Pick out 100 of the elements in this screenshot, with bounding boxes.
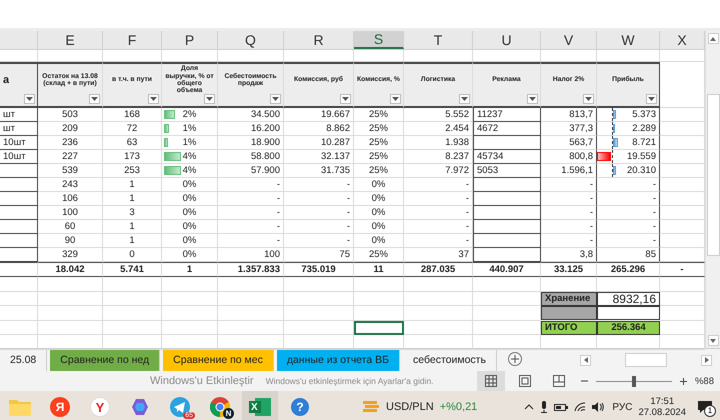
filter-button[interactable] bbox=[459, 94, 470, 104]
volume-icon[interactable] bbox=[592, 402, 606, 412]
empty-cell bbox=[473, 234, 541, 248]
table-cell: - bbox=[404, 234, 473, 248]
table-cell: 0% bbox=[162, 206, 218, 220]
scroll-up-button[interactable] bbox=[708, 33, 718, 44]
empty-cell bbox=[0, 192, 38, 206]
table-cell: 3,8 bbox=[541, 248, 597, 262]
filter-button[interactable] bbox=[527, 94, 538, 104]
empty-cell bbox=[0, 248, 38, 262]
summary-label: Хранение bbox=[541, 292, 597, 306]
language-indicator[interactable]: РУС bbox=[612, 402, 632, 412]
table-cell: 45734 bbox=[473, 150, 541, 164]
empty-cell bbox=[0, 277, 38, 292]
table-cell: 31.735 bbox=[284, 164, 354, 178]
table-cell: 72 bbox=[103, 122, 162, 136]
scroll-right-button[interactable] bbox=[701, 354, 712, 366]
logo-letter: Я bbox=[56, 400, 64, 414]
table-cell: 227 bbox=[38, 150, 103, 164]
scroll-down-button[interactable] bbox=[708, 335, 718, 346]
vertical-scrollbar[interactable] bbox=[705, 31, 720, 348]
battery-icon[interactable] bbox=[554, 402, 568, 412]
filter-button[interactable] bbox=[89, 94, 100, 104]
table-cell: 0% bbox=[162, 220, 218, 234]
currency-pair[interactable]: USD/PLN bbox=[386, 401, 434, 413]
taskbar-app[interactable]: Я bbox=[42, 391, 78, 420]
scroll-left-button[interactable] bbox=[580, 354, 591, 366]
empty-cell bbox=[218, 320, 284, 335]
wifi-icon[interactable] bbox=[574, 402, 586, 412]
sheet-tab[interactable]: данные из отчета ВБ bbox=[276, 349, 400, 371]
table-cell: 168 bbox=[103, 108, 162, 122]
clock-time[interactable]: 17:51 bbox=[650, 396, 674, 407]
filter-button[interactable] bbox=[148, 94, 159, 104]
zoom-slider-thumb[interactable] bbox=[632, 376, 636, 386]
add-sheet-button[interactable] bbox=[508, 352, 522, 366]
table-cell: - bbox=[218, 192, 284, 206]
sheet-tab[interactable]: Сравнение по нед bbox=[50, 349, 160, 371]
table-cell: - bbox=[218, 178, 284, 192]
taskbar-app[interactable]: Y bbox=[82, 391, 118, 420]
table-cell: 503 bbox=[38, 108, 103, 122]
cell-value: 8.721 bbox=[632, 137, 656, 148]
taskbar-app[interactable]: ? bbox=[282, 391, 318, 420]
notification-button[interactable]: 1 bbox=[694, 397, 716, 417]
taskbar-app[interactable]: X bbox=[242, 391, 278, 420]
table-cell: 1.596,1 bbox=[541, 164, 597, 178]
column-header[interactable]: F bbox=[103, 31, 162, 49]
empty-cell bbox=[404, 320, 473, 335]
empty-cell bbox=[473, 178, 541, 192]
table-cell: 253 bbox=[103, 164, 162, 178]
logo-letter: X bbox=[251, 402, 258, 412]
filter-button[interactable] bbox=[340, 94, 351, 104]
filter-button[interactable] bbox=[204, 94, 215, 104]
table-cell: - bbox=[541, 234, 597, 248]
microphone-icon[interactable] bbox=[540, 401, 548, 413]
filter-button[interactable] bbox=[270, 94, 281, 104]
chevron-up-icon[interactable] bbox=[524, 404, 534, 410]
zoom-level[interactable]: %88 bbox=[694, 376, 714, 386]
column-header[interactable]: T bbox=[404, 31, 473, 49]
cell-value: 2% bbox=[182, 109, 196, 120]
rate-change: +%0,21 bbox=[440, 401, 478, 413]
table-cell: 813,7 bbox=[541, 108, 597, 122]
empty-cell bbox=[0, 178, 38, 192]
zoom-in-button[interactable] bbox=[678, 378, 689, 384]
table-cell: - bbox=[284, 234, 354, 248]
view-button[interactable] bbox=[476, 371, 505, 391]
scrollbar-thumb[interactable] bbox=[625, 353, 667, 367]
table-cell: - bbox=[284, 220, 354, 234]
cell-value: 4% bbox=[182, 165, 196, 176]
table-cell: 32.137 bbox=[284, 150, 354, 164]
table-cell: 8.862 bbox=[284, 122, 354, 136]
caret-icon bbox=[206, 97, 213, 101]
selected-cell[interactable] bbox=[354, 320, 404, 335]
column-header[interactable]: V bbox=[541, 31, 597, 49]
clock-date[interactable]: 27.08.2024 bbox=[638, 407, 686, 418]
table-cell: - bbox=[404, 220, 473, 234]
table-cell: - bbox=[597, 206, 660, 220]
down-arrow-icon bbox=[710, 338, 716, 342]
taskbar-app[interactable]: N bbox=[202, 391, 238, 420]
column-header[interactable]: U bbox=[473, 31, 541, 49]
filter-button[interactable] bbox=[583, 94, 594, 104]
filter-button[interactable] bbox=[24, 94, 35, 104]
column-header[interactable]: E bbox=[38, 31, 103, 49]
filter-button[interactable] bbox=[646, 94, 657, 104]
column-header[interactable]: S bbox=[354, 31, 404, 49]
table-cell: - bbox=[284, 178, 354, 192]
column-header[interactable]: Q bbox=[218, 31, 284, 49]
table-cell: 25% bbox=[354, 248, 404, 262]
empty-cell bbox=[103, 277, 162, 292]
table-cell: 0% bbox=[354, 206, 404, 220]
caret-icon bbox=[91, 97, 98, 101]
sheet-tab[interactable]: Сравнение по мес bbox=[163, 349, 274, 371]
table-cell: 173 bbox=[103, 150, 162, 164]
column-header[interactable]: P bbox=[162, 31, 218, 49]
table-cell: - bbox=[541, 220, 597, 234]
filter-button[interactable] bbox=[390, 94, 401, 104]
scrollbar-thumb[interactable] bbox=[706, 94, 720, 256]
total-cell: 33.125 bbox=[541, 262, 597, 277]
column-header[interactable]: W bbox=[597, 31, 660, 49]
empty-cell bbox=[38, 292, 103, 306]
table-cell: 0% bbox=[162, 192, 218, 206]
